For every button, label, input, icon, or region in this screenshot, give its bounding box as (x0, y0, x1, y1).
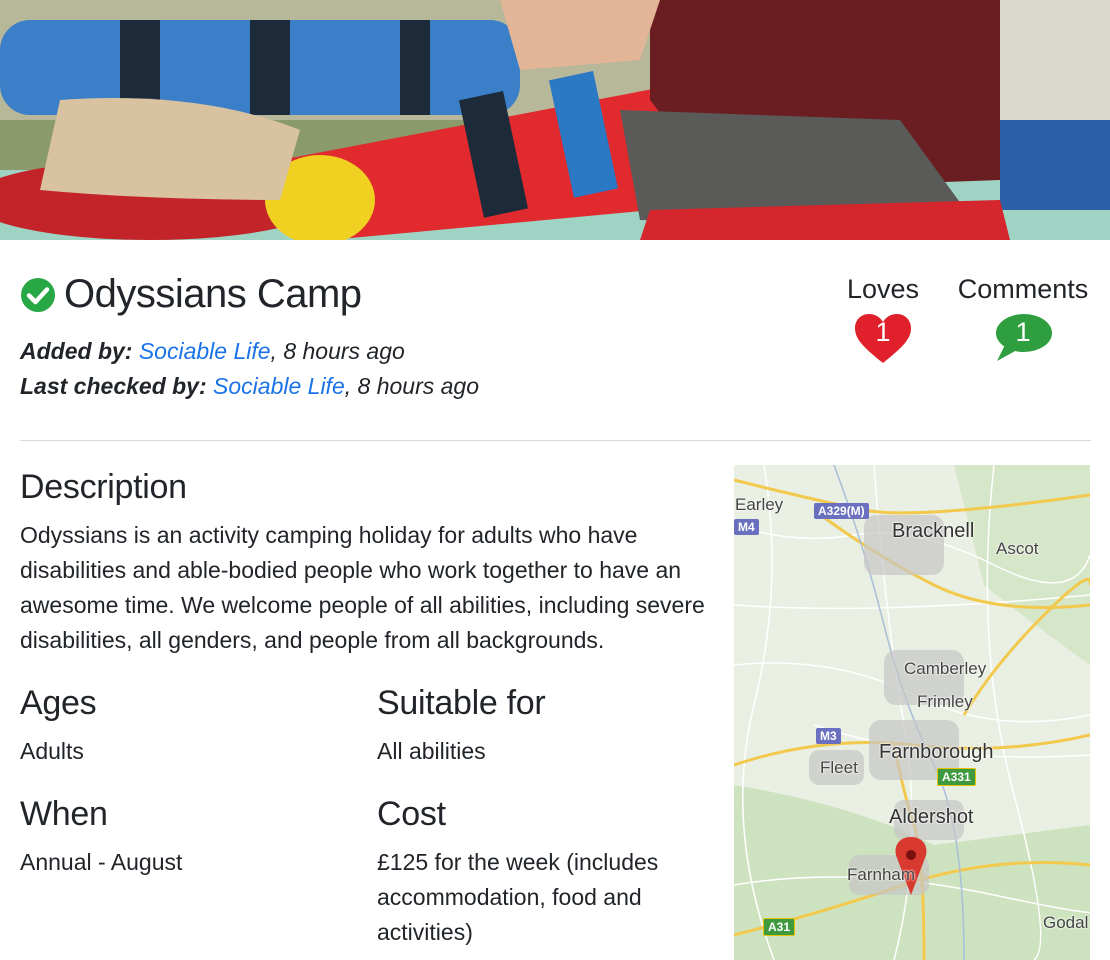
comments-stat[interactable]: Comments 1 (948, 274, 1098, 365)
map-label-farnham: Farnham (847, 865, 916, 884)
speech-bubble-icon[interactable]: 1 (993, 313, 1053, 365)
road-badge-m4: M4 (734, 519, 759, 535)
road-badge-a329m: A329(M) (814, 503, 869, 519)
road-badge-a31: A31 (763, 918, 796, 936)
suitable-for-value: All abilities (377, 738, 486, 764)
map-label-godal: Godal (1043, 913, 1089, 932)
map-label-bracknell: Bracknell (892, 520, 975, 542)
loves-count: 1 (875, 317, 891, 347)
road-badge-m3: M3 (816, 728, 841, 744)
description-text: Odyssians is an activity camping holiday… (20, 522, 705, 653)
map-label-frimley: Frimley (917, 692, 973, 711)
added-by-line: Added by: Sociable Life, 8 hours ago (20, 338, 405, 365)
description-heading: Description (20, 468, 187, 506)
location-map[interactable]: Earley Bracknell Ascot Camberley Frimley… (734, 465, 1090, 960)
map-label-farnborough: Farnborough (879, 741, 994, 763)
divider (20, 440, 1091, 441)
when-heading: When (20, 795, 108, 833)
cost-value: £125 for the week (includes accommodatio… (377, 849, 659, 945)
checked-time: , 8 hours ago (344, 373, 479, 399)
last-checked-label: Last checked by: (20, 373, 207, 399)
listing-header: Odyssians Camp (20, 272, 362, 317)
map-label-earley: Earley (735, 495, 784, 514)
hero-photo (0, 0, 1110, 240)
page-title: Odyssians Camp (64, 272, 362, 316)
when-value: Annual - August (20, 849, 183, 875)
verified-check-icon (21, 277, 55, 312)
last-checked-line: Last checked by: Sociable Life, 8 hours … (20, 373, 479, 400)
added-by-label: Added by: (20, 338, 133, 364)
road-badge-a331: A331 (937, 768, 976, 786)
ages-heading: Ages (20, 684, 97, 722)
loves-label: Loves (846, 274, 920, 304)
last-checked-user-link[interactable]: Sociable Life (213, 373, 345, 399)
comments-count: 1 (1015, 317, 1031, 347)
map-label-aldershot: Aldershot (889, 806, 974, 828)
cost-heading: Cost (377, 795, 446, 833)
map-label-fleet: Fleet (820, 758, 858, 777)
loves-stat[interactable]: Loves 1 (840, 274, 926, 365)
map-label-ascot: Ascot (996, 539, 1039, 558)
added-time: , 8 hours ago (270, 338, 405, 364)
heart-icon[interactable]: 1 (853, 313, 913, 365)
ages-value: Adults (20, 738, 84, 764)
added-by-user-link[interactable]: Sociable Life (139, 338, 271, 364)
suitable-for-heading: Suitable for (377, 684, 546, 722)
map-label-camberley: Camberley (904, 659, 987, 678)
comments-label: Comments (957, 274, 1089, 304)
